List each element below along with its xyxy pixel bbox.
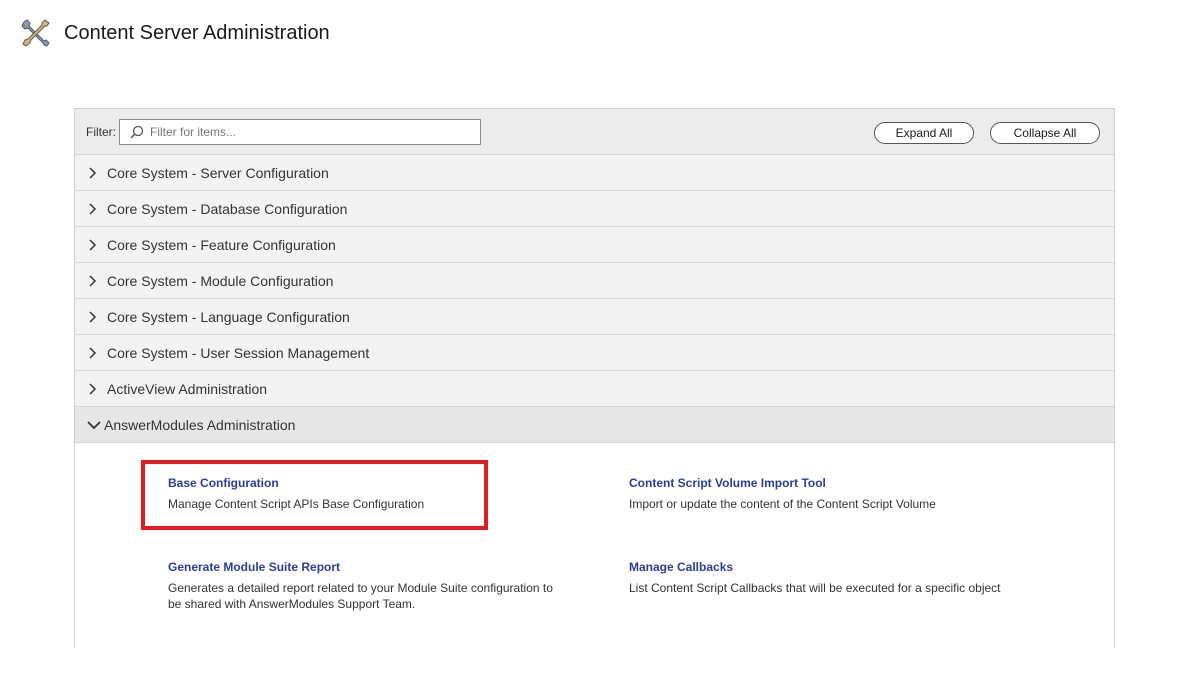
filter-bar: Filter: Expand All Collapse All <box>75 109 1114 155</box>
page-header: Content Server Administration <box>18 18 330 48</box>
page-title: Content Server Administration <box>64 21 330 44</box>
collapse-all-button[interactable]: Collapse All <box>990 122 1100 144</box>
chevron-down-icon <box>87 420 101 429</box>
admin-item-manage-callbacks: Manage Callbacks List Content Script Cal… <box>629 560 1029 596</box>
section-core-server[interactable]: Core System - Server Configuration <box>75 155 1114 191</box>
section-label: Core System - Database Configuration <box>107 200 348 217</box>
section-label: Core System - Feature Configuration <box>107 236 336 253</box>
item-link[interactable]: Content Script Volume Import Tool <box>629 476 1029 490</box>
chevron-right-icon <box>89 166 97 179</box>
section-core-feature[interactable]: Core System - Feature Configuration <box>75 227 1114 263</box>
admin-panel: Filter: Expand All Collapse All Core Sys… <box>74 108 1115 675</box>
section-core-database[interactable]: Core System - Database Configuration <box>75 191 1114 227</box>
item-description: Import or update the content of the Cont… <box>629 497 936 511</box>
item-description: List Content Script Callbacks that will … <box>629 581 1001 595</box>
section-label: Core System - Module Configuration <box>107 272 334 289</box>
chevron-right-icon <box>89 310 97 323</box>
item-link[interactable]: Manage Callbacks <box>629 560 1029 574</box>
chevron-right-icon <box>89 346 97 359</box>
filter-label: Filter: <box>86 124 116 139</box>
chevron-right-icon <box>89 238 97 251</box>
search-icon <box>130 125 144 139</box>
search-box[interactable] <box>119 118 481 145</box>
item-description: Generates a detailed report related to y… <box>168 581 553 611</box>
answermodules-items: Base Configuration Manage Content Script… <box>75 443 1114 675</box>
chevron-right-icon <box>89 274 97 287</box>
chevron-right-icon <box>89 202 97 215</box>
section-answermodules[interactable]: AnswerModules Administration <box>75 407 1114 443</box>
item-description: Manage Content Script APIs Base Configur… <box>168 497 425 511</box>
chevron-right-icon <box>89 382 97 395</box>
admin-item-volume-import-tool: Content Script Volume Import Tool Import… <box>629 476 1029 512</box>
section-label: Core System - User Session Management <box>107 344 370 361</box>
filter-input[interactable] <box>150 124 470 139</box>
tools-icon <box>21 19 50 47</box>
section-core-module[interactable]: Core System - Module Configuration <box>75 263 1114 299</box>
item-link[interactable]: Base Configuration <box>168 476 548 490</box>
section-label: Core System - Language Configuration <box>107 308 350 325</box>
expand-all-button[interactable]: Expand All <box>874 122 974 144</box>
section-core-language[interactable]: Core System - Language Configuration <box>75 299 1114 335</box>
section-label: Core System - Server Configuration <box>107 164 329 181</box>
item-link[interactable]: Generate Module Suite Report <box>168 560 568 574</box>
section-label: AnswerModules Administration <box>104 416 296 433</box>
section-core-user-session[interactable]: Core System - User Session Management <box>75 335 1114 371</box>
admin-item-module-suite-report: Generate Module Suite Report Generates a… <box>168 560 568 612</box>
section-activeview[interactable]: ActiveView Administration <box>75 371 1114 407</box>
section-label: ActiveView Administration <box>107 380 268 397</box>
admin-item-base-configuration: Base Configuration Manage Content Script… <box>168 476 548 512</box>
